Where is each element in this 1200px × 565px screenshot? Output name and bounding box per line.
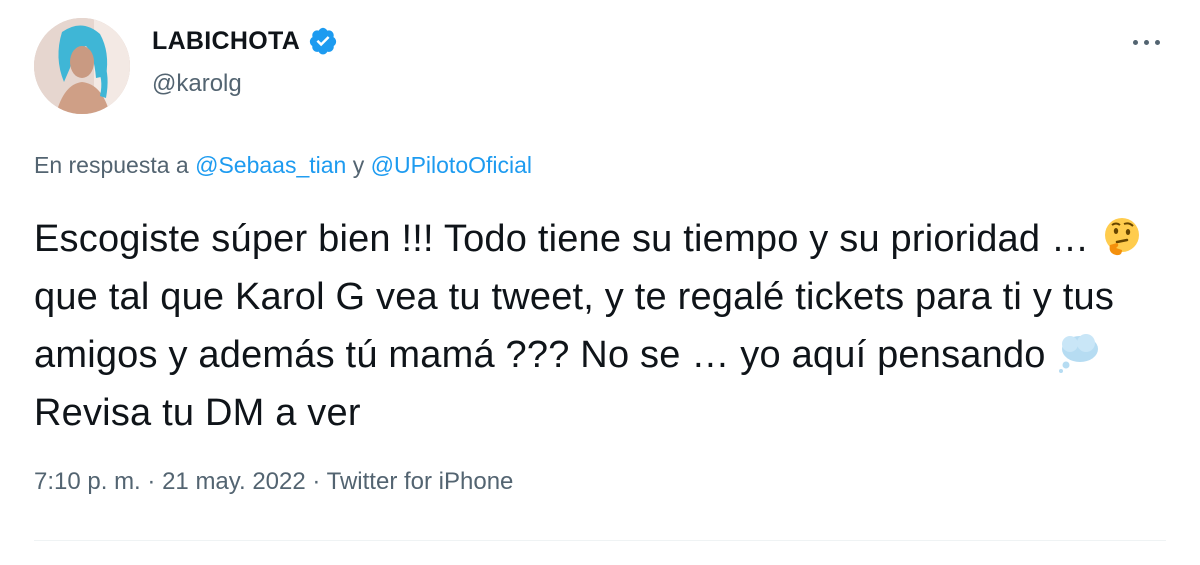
tweet-text-part: que tal que Karol G vea tu tweet, y te r… [34,276,1115,376]
tweet-date[interactable]: 21 may. 2022 [162,468,306,495]
tweet-time[interactable]: 7:10 p. m. [34,468,141,495]
meta-separator: · [147,468,156,495]
tweet-text-part: Escogiste súper bien !!! Todo tiene su t… [34,218,1100,260]
more-options-icon[interactable] [1133,40,1160,45]
reply-joiner: y [352,152,365,178]
meta-separator: · [312,468,321,495]
avatar[interactable] [34,18,130,114]
tweet-metadata: 7:10 p. m. · 21 may. 2022 · Twitter for … [34,468,513,496]
mention-link[interactable]: @Sebaas_tian [195,152,346,178]
reply-context: En respuesta a @Sebaas_tian y @UPilotoOf… [34,152,532,179]
verified-badge-icon [309,27,337,55]
thinking-face-icon [1104,218,1139,256]
tweet-text-part: Revisa tu DM a ver [34,392,361,434]
tweet-text: Escogiste súper bien !!! Todo tiene su t… [34,210,1174,442]
mention-link[interactable]: @UPilotoOficial [371,152,532,178]
name-row: LABICHOTA [152,26,338,56]
reply-prefix: En respuesta a [34,152,189,178]
divider [34,540,1166,541]
dot-icon [1155,40,1160,45]
dot-icon [1144,40,1149,45]
dot-icon [1133,40,1138,45]
thought-balloon-icon [1059,334,1099,373]
tweet-source[interactable]: Twitter for iPhone [327,468,514,495]
display-name[interactable]: LABICHOTA [152,27,300,56]
user-handle[interactable]: @karolg [152,70,242,98]
